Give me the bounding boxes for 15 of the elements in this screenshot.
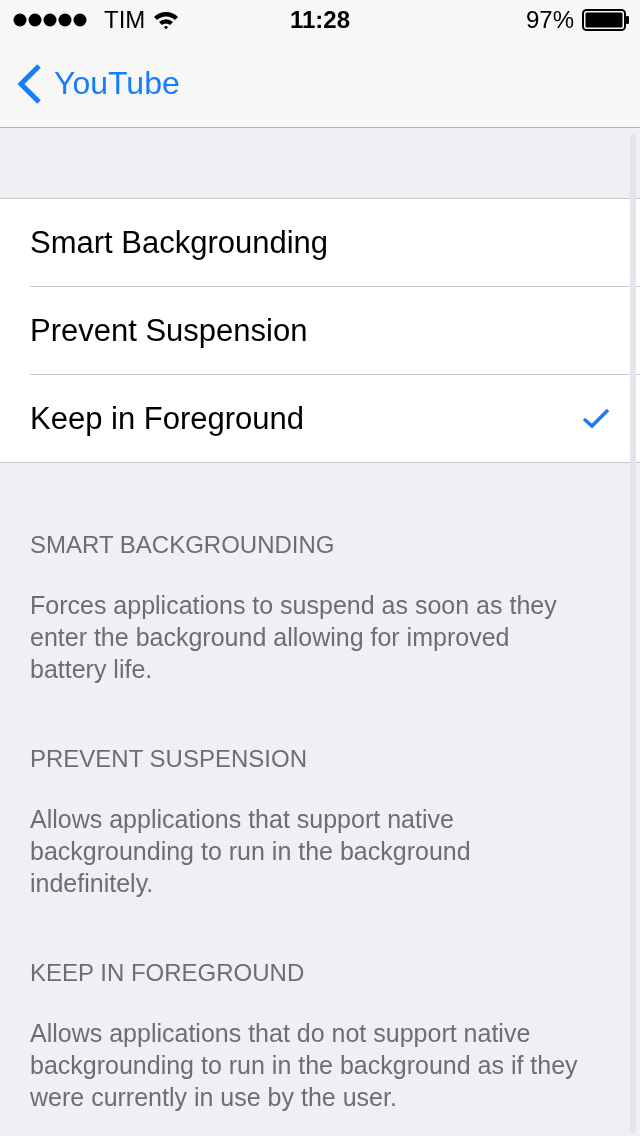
section-header: KEEP IN FOREGROUND (30, 958, 306, 988)
clock-time: 11:28 (289, 6, 351, 34)
section-header: SMART BACKGROUNDING (30, 530, 336, 560)
section-description: Allows applications that support native backgrounding to run in the background indefinitely. (30, 804, 472, 899)
section-header: PREVENT SUSPENSION (30, 744, 308, 774)
checkmark-icon (582, 407, 610, 430)
battery-percent: 97% (525, 6, 574, 34)
back-button[interactable]: YouTube (16, 62, 180, 105)
wifi-icon (153, 10, 180, 30)
option-row[interactable]: Keep in Foreground (30, 375, 640, 462)
section-description: Allows applications that do not support native backgrounding to run in the background as if they were currently in use by the user. (30, 1018, 579, 1113)
battery-icon (582, 9, 630, 31)
section-description: Forces applications to suspend as soon as they enter the background allowing for improved battery life. (30, 590, 558, 685)
back-chevron-icon (16, 62, 42, 105)
carrier-name: TIM (104, 6, 146, 34)
